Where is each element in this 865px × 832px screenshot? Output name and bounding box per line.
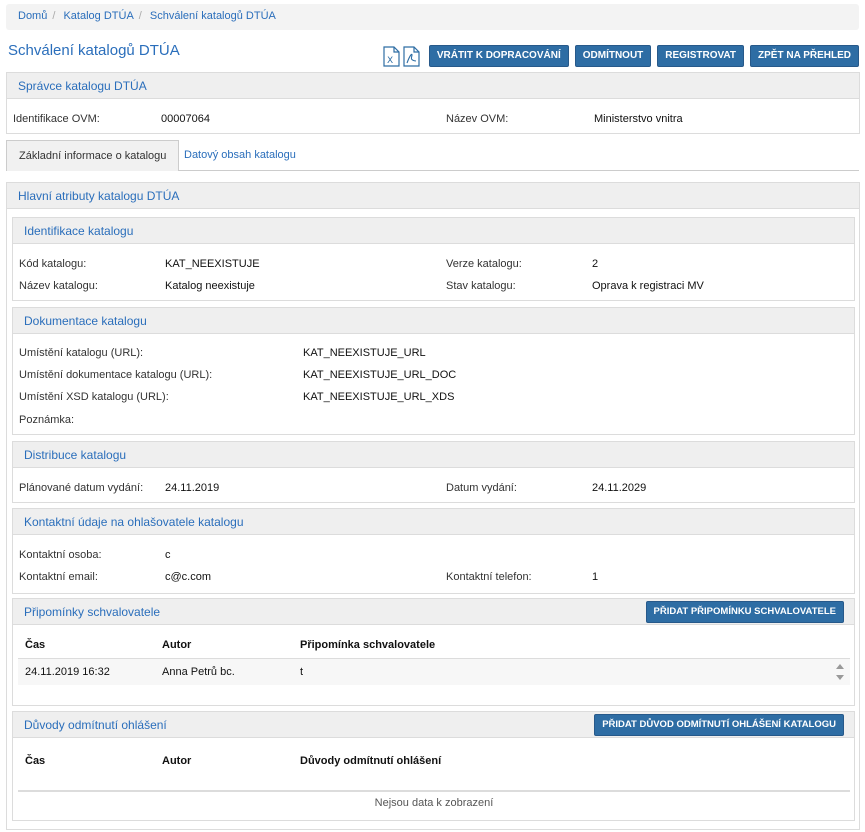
stav-value: Oprava k registraci MV [592, 280, 704, 292]
add-duvod-button[interactable]: PŘIDAT DŮVOD ODMÍTNUTÍ OHLÁŠENÍ KATALOGU [594, 713, 844, 736]
scroll-down-icon[interactable] [836, 675, 844, 680]
pripominky-header: Připomínky schvalovatele PŘIDAT PŘIPOMÍN… [13, 599, 854, 625]
scroll-up-icon[interactable] [836, 664, 844, 669]
dokumentace-title: Dokumentace katalogu [13, 308, 854, 334]
nazev-label: Název katalogu: [19, 280, 98, 292]
table-divider [18, 790, 850, 792]
ico-label: Identifikace OVM: [13, 113, 100, 125]
osoba-value: c [165, 549, 171, 561]
identifikace-panel: Identifikace katalogu Kód katalogu: KAT_… [12, 217, 855, 301]
duvody-title: Důvody odmítnutí ohlášení [24, 717, 167, 732]
url-label: Umístění katalogu (URL): [19, 347, 144, 359]
col-cas: Čas [25, 755, 46, 767]
main-attributes-panel: Hlavní atributy katalogu DTÚA Identifika… [6, 182, 860, 830]
table-row[interactable]: 24.11.2019 16:32 Anna Petrů bc. t [18, 659, 850, 685]
email-value: c@c.com [165, 571, 212, 583]
distribuce-title: Distribuce katalogu [13, 442, 854, 468]
plan-label: Plánované datum vydání: [19, 482, 144, 494]
col-autor: Autor [162, 755, 192, 767]
identifikace-title: Identifikace katalogu [13, 218, 854, 244]
xsd-value: KAT_NEEXISTUJE_URL_XDS [303, 391, 455, 403]
plan-value: 24.11.2019 [165, 482, 220, 494]
tab-datovy-obsah[interactable]: Datový obsah katalogu [172, 140, 308, 171]
ico-value: 00007064 [161, 113, 210, 125]
kod-value: KAT_NEEXISTUJE [165, 258, 260, 270]
row-autor: Anna Petrů bc. [162, 666, 235, 678]
datum-label: Datum vydání: [446, 482, 517, 494]
datum-value: 24.11.2029 [592, 482, 647, 494]
pripominky-title: Připomínky schvalovatele [24, 604, 161, 619]
breadcrumb-katalog[interactable]: Katalog DTÚA [63, 10, 133, 22]
col-autor: Autor [162, 639, 192, 651]
spravce-title: Správce katalogu DTÚA [7, 73, 859, 99]
pripominky-panel: Připomínky schvalovatele PŘIDAT PŘIPOMÍN… [12, 598, 855, 706]
row-text: t [300, 666, 304, 678]
return-to-rework-button[interactable]: VRÁTIT K DOPRACOVÁNÍ [428, 45, 569, 67]
tel-value: 1 [592, 571, 599, 583]
col-pripominka: Připomínka schvalovatele [300, 639, 436, 651]
breadcrumb-home[interactable]: Domů [18, 10, 47, 22]
kontakt-panel: Kontaktní údaje na ohlašovatele katalogu… [12, 508, 855, 594]
pdf-file-icon[interactable] [403, 45, 420, 67]
add-pripominka-button[interactable]: PŘIDAT PŘIPOMÍNKU SCHVALOVATELE [645, 600, 844, 623]
spravce-panel: Správce katalogu DTÚA Identifikace OVM: … [6, 72, 860, 134]
doc-value: KAT_NEEXISTUJE_URL_DOC [303, 369, 457, 381]
col-cas: Čas [25, 639, 46, 651]
distribuce-panel: Distribuce katalogu Plánované datum vydá… [12, 441, 855, 503]
xsd-label: Umístění XSD katalogu (URL): [19, 391, 169, 403]
duvody-header: Důvody odmítnutí ohlášení PŘIDAT DŮVOD O… [13, 712, 854, 738]
url-value: KAT_NEEXISTUJE_URL [303, 347, 426, 359]
verze-value: 2 [592, 258, 599, 270]
register-button[interactable]: REGISTROVAT [657, 45, 745, 67]
empty-message: Nejsou data k zobrazení [374, 797, 494, 809]
table-scrollbar[interactable] [833, 660, 847, 684]
back-to-overview-button[interactable]: ZPĚT NA PŘEHLED [750, 45, 859, 67]
tab-bar: Základní informace o katalogu Datový obs… [6, 140, 859, 171]
dokumentace-panel: Dokumentace katalogu Umístění katalogu (… [12, 307, 855, 435]
osoba-label: Kontaktní osoba: [19, 549, 102, 561]
main-attributes-title: Hlavní atributy katalogu DTÚA [7, 183, 859, 209]
duvody-panel: Důvody odmítnutí ohlášení PŘIDAT DŮVOD O… [12, 711, 855, 821]
toolbar: X VRÁTIT K DOPRACOVÁNÍ ODMÍTNOUT REGISTR… [383, 45, 859, 67]
reject-button[interactable]: ODMÍTNOUT [574, 45, 652, 67]
doc-label: Umístění dokumentace katalogu (URL): [19, 369, 213, 381]
tel-label: Kontaktní telefon: [446, 571, 532, 583]
tab-zakladni-informace[interactable]: Základní informace o katalogu [6, 140, 180, 171]
stav-label: Stav katalogu: [446, 280, 516, 292]
breadcrumb: Domů / Katalog DTÚA / Schválení katalogů D… [6, 4, 859, 30]
kod-label: Kód katalogu: [19, 258, 87, 270]
svg-text:X: X [387, 56, 393, 66]
excel-file-icon[interactable]: X [383, 45, 400, 67]
breadcrumb-schvaleni[interactable]: Schválení katalogů DTÚA [150, 10, 276, 22]
poznamka-label: Poznámka: [19, 414, 75, 426]
verze-label: Verze katalogu: [446, 258, 522, 270]
row-cas: 24.11.2019 16:32 [25, 666, 110, 678]
page-title: Schválení katalogů DTÚA [8, 42, 180, 59]
ovm-label: Název OVM: [446, 113, 509, 125]
ovm-value: Ministerstvo vnitra [594, 113, 683, 125]
col-duvody: Důvody odmítnutí ohlášení [300, 755, 442, 767]
kontakt-title: Kontaktní údaje na ohlašovatele katalogu [13, 509, 854, 535]
nazev-value: Katalog neexistuje [165, 280, 255, 292]
email-label: Kontaktní email: [19, 571, 98, 583]
